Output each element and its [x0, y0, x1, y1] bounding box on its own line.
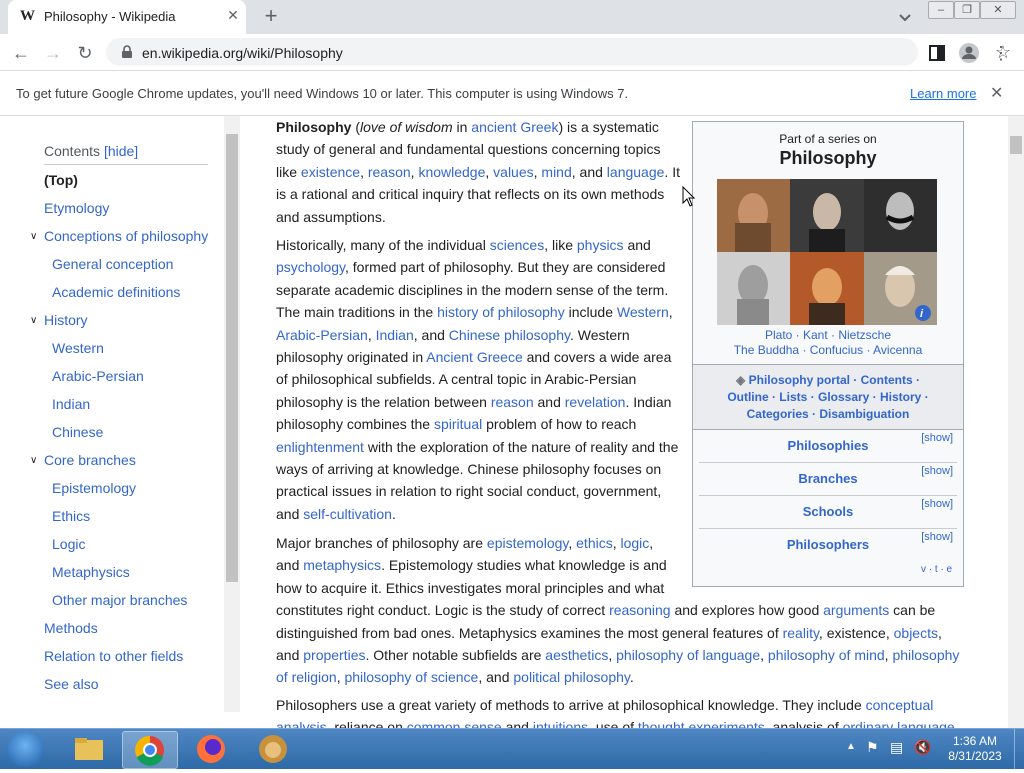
toc-item-arabic-persian[interactable]: Arabic-Persian	[52, 368, 144, 384]
tab-title: Philosophy - Wikipedia	[44, 9, 176, 24]
action-center-flag-icon[interactable]: ⚑	[866, 739, 879, 756]
infobox-section-schools[interactable]: Schools [show]	[699, 496, 957, 529]
philosophy-infobox: Part of a series on Philosophy i Plato ·…	[692, 121, 964, 587]
infobox-title: Philosophy	[779, 148, 877, 168]
show-toggle[interactable]: [show]	[921, 432, 953, 444]
toc-item-logic[interactable]: Logic	[52, 536, 85, 552]
methods-paragraph: Philosophers use a great variety of meth…	[276, 697, 955, 728]
back-arrow-icon[interactable]: ←	[10, 42, 32, 64]
chrome-taskbar-icon[interactable]	[122, 731, 178, 769]
infobar-message: To get future Google Chrome updates, you…	[16, 86, 629, 101]
infobox-series-label: Part of a series on	[779, 132, 877, 146]
kebab-menu-icon[interactable]: ⋮	[990, 42, 1012, 64]
infobox-nav-links: ◈ Philosophy portal · Contents · Outline…	[693, 364, 963, 430]
window-close-button[interactable]: ✕	[980, 1, 1016, 19]
section-title[interactable]: Branches	[699, 471, 957, 486]
firefox-taskbar-icon[interactable]	[184, 731, 238, 767]
history-paragraph: Historically, many of the individual sci…	[276, 237, 679, 522]
infobox-nav-line3[interactable]: Categories · Disambiguation	[693, 407, 963, 421]
infobox-caption-line2[interactable]: The Buddha · Confucius · Avicenna	[693, 343, 963, 357]
philosophers-portrait-image[interactable]: i	[717, 179, 937, 325]
chevron-down-icon[interactable]: ∨	[30, 455, 37, 466]
toc-heading: Contents [hide]	[44, 143, 138, 159]
show-toggle[interactable]: [show]	[921, 531, 953, 543]
infobox-caption-line1[interactable]: Plato · Kant · Nietzsche	[693, 328, 963, 342]
toc-divider	[44, 164, 208, 165]
chevron-down-icon[interactable]: ∨	[30, 315, 37, 326]
wikipedia-favicon-icon: W	[20, 8, 35, 24]
toc-item-indian[interactable]: Indian	[52, 396, 90, 412]
toc-scrollbar-thumb[interactable]	[226, 134, 238, 582]
window-restore-button[interactable]: ❐	[954, 1, 980, 19]
clock-time: 1:36 AM	[952, 734, 998, 748]
app-lion-taskbar-icon[interactable]	[246, 731, 300, 767]
toc-item-academic-definitions[interactable]: Academic definitions	[52, 284, 180, 300]
volume-muted-icon[interactable]: 🔇	[914, 739, 931, 756]
infobox-section-philosophies[interactable]: Philosophies [show]	[699, 430, 957, 463]
tab-search-chevron-icon[interactable]	[894, 6, 916, 28]
toc-item-relation[interactable]: Relation to other fields	[44, 648, 183, 664]
section-title[interactable]: Philosophers	[699, 537, 957, 552]
toc-item-top[interactable]: (Top)	[44, 172, 78, 188]
infobox-nav-line1-text[interactable]: Philosophy portal · Contents ·	[749, 373, 920, 387]
show-toggle[interactable]: [show]	[921, 498, 953, 510]
toc-item-chinese[interactable]: Chinese	[52, 424, 103, 440]
side-panel-icon[interactable]	[926, 42, 948, 64]
toc-heading-text: Contents	[44, 143, 101, 159]
window-minimize-button[interactable]: –	[928, 1, 954, 19]
toc-item-conceptions[interactable]: Conceptions of philosophy	[44, 228, 208, 244]
new-tab-button[interactable]: +	[260, 4, 282, 28]
infobox-nav-line2[interactable]: Outline · Lists · Glossary · History ·	[693, 390, 963, 404]
windows-taskbar: ▲ ⚑ ▤ 🔇 1:36 AM 8/31/2023	[0, 728, 1024, 769]
toc-item-epistemology[interactable]: Epistemology	[52, 480, 136, 496]
toc-item-history[interactable]: History	[44, 312, 88, 328]
show-desktop-button[interactable]	[1014, 729, 1024, 769]
section-title[interactable]: Philosophies	[699, 438, 957, 453]
portal-icon: ◈	[736, 373, 746, 387]
forward-arrow-icon[interactable]: →	[42, 42, 64, 64]
url-text[interactable]: en.wikipedia.org/wiki/Philosophy	[142, 45, 343, 61]
toc-item-etymology[interactable]: Etymology	[44, 200, 109, 216]
lead-paragraph: Philosophy (love of wisdom in ancient Gr…	[276, 119, 680, 225]
file-explorer-taskbar-icon[interactable]	[62, 731, 116, 767]
infobox-section-philosophers[interactable]: Philosophers [show]	[699, 529, 957, 561]
clock-date: 8/31/2023	[948, 749, 1002, 763]
toc-item-ethics[interactable]: Ethics	[52, 508, 90, 524]
infobox-nav-line1[interactable]: ◈ Philosophy portal · Contents ·	[693, 373, 963, 387]
address-bar[interactable]: en.wikipedia.org/wiki/Philosophy ⇪ ☆	[106, 38, 1011, 66]
network-icon[interactable]: ▤	[890, 739, 903, 756]
toc-item-western[interactable]: Western	[52, 340, 104, 356]
reload-icon[interactable]: ↻	[74, 42, 96, 64]
lock-icon[interactable]	[120, 45, 134, 59]
toc-item-core-branches[interactable]: Core branches	[44, 452, 136, 468]
update-infobar: To get future Google Chrome updates, you…	[0, 71, 1024, 116]
browser-toolbar: ← → ↻ en.wikipedia.org/wiki/Philosophy ⇪…	[0, 34, 1024, 71]
chevron-down-icon[interactable]: ∨	[30, 231, 37, 242]
tab-close-icon[interactable]: ✕	[224, 6, 242, 24]
toc-item-general-conception[interactable]: General conception	[52, 256, 173, 272]
toc-item-see-also[interactable]: See also	[44, 676, 98, 692]
learn-more-link[interactable]: Learn more	[910, 86, 976, 101]
mouse-cursor-icon	[682, 186, 696, 207]
profile-avatar-icon[interactable]	[958, 42, 980, 64]
windows-start-button[interactable]	[6, 731, 44, 767]
tray-expand-chevron-icon[interactable]: ▲	[846, 741, 856, 752]
infobox-vte-links[interactable]: v · t · e	[921, 564, 952, 575]
show-toggle[interactable]: [show]	[921, 465, 953, 477]
table-of-contents: Contents [hide] (Top) Etymology ∨ Concep…	[0, 116, 240, 728]
toc-item-metaphysics[interactable]: Metaphysics	[52, 564, 130, 580]
infobar-close-icon[interactable]: ✕	[990, 83, 1003, 103]
toc-item-other-branches[interactable]: Other major branches	[52, 592, 187, 608]
toc-hide-link[interactable]: [hide]	[104, 143, 138, 159]
browser-tab[interactable]: W Philosophy - Wikipedia ✕	[8, 0, 246, 34]
taskbar-clock[interactable]: 1:36 AM 8/31/2023	[940, 734, 1010, 764]
page-scrollbar-thumb[interactable]	[1010, 136, 1022, 154]
tab-strip: W Philosophy - Wikipedia ✕ + – ❐ ✕	[0, 0, 1024, 34]
infobox-section-branches[interactable]: Branches [show]	[699, 463, 957, 496]
toc-item-methods[interactable]: Methods	[44, 620, 98, 636]
section-title[interactable]: Schools	[699, 504, 957, 519]
page-scrollbar[interactable]	[1008, 116, 1024, 728]
